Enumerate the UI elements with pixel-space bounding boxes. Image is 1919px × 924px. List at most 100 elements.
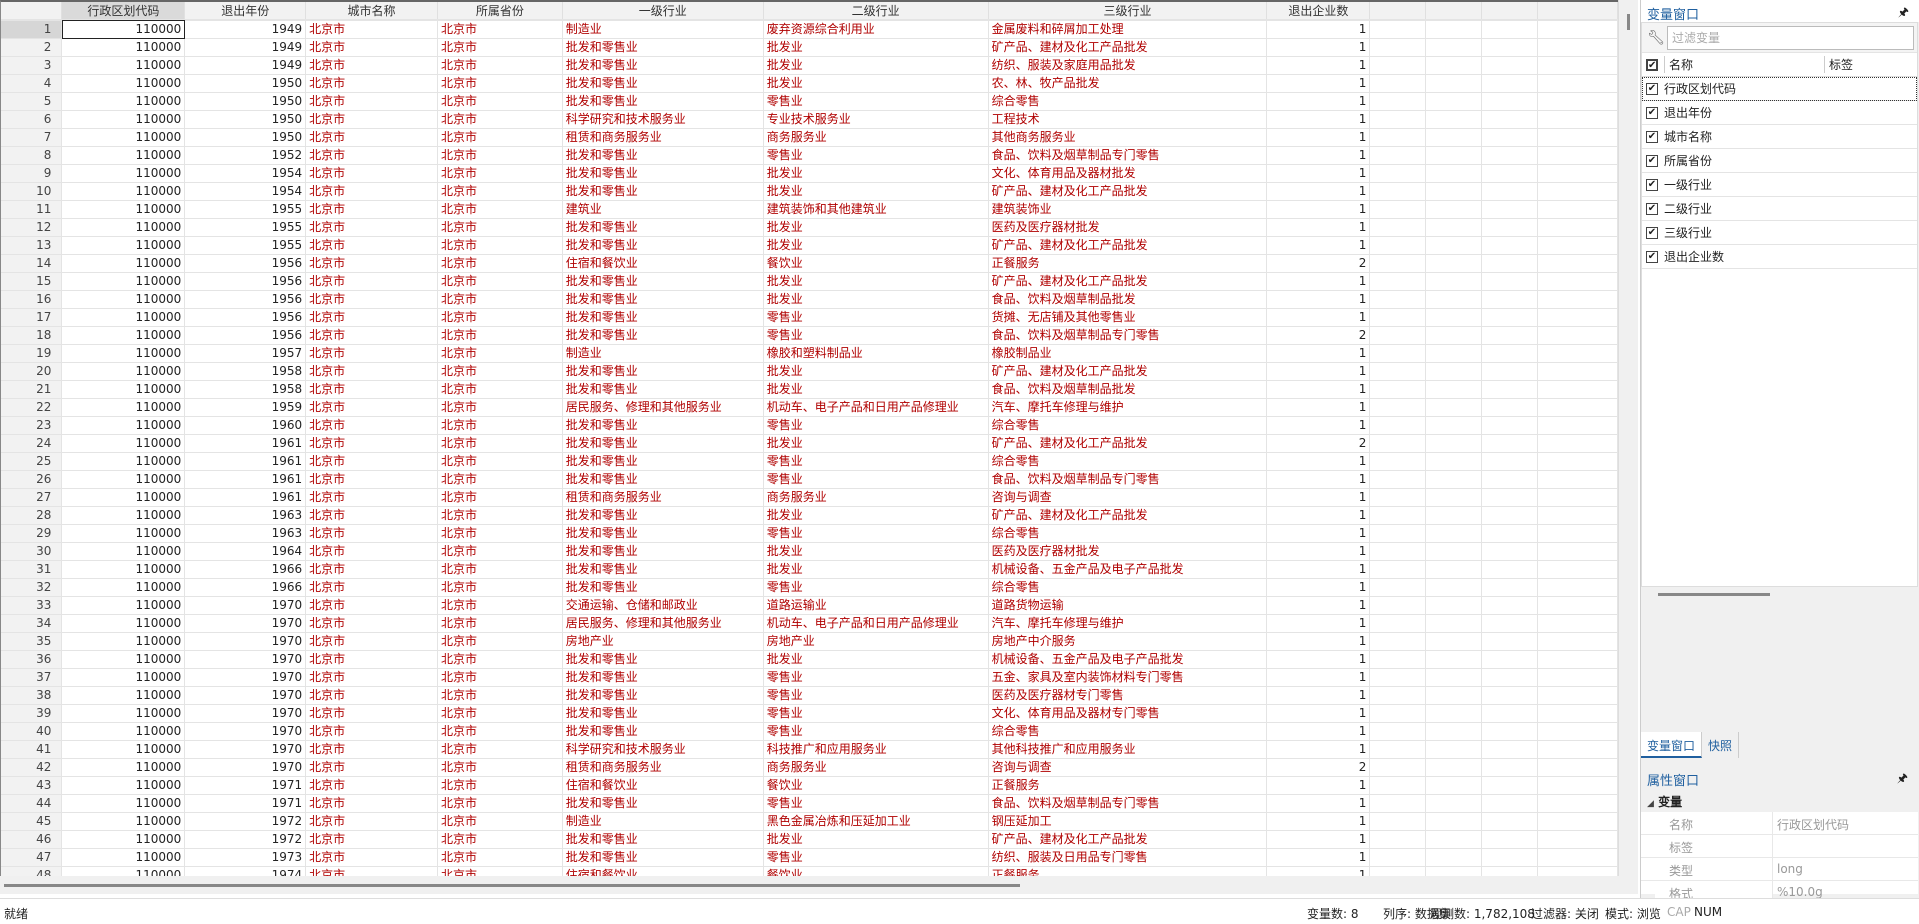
- data-cell[interactable]: 房地产业: [562, 632, 764, 651]
- data-cell[interactable]: 批发和零售业: [562, 380, 764, 399]
- data-cell[interactable]: 批发和零售业: [562, 164, 764, 183]
- empty-cell[interactable]: [1425, 794, 1483, 813]
- empty-cell[interactable]: [1369, 146, 1427, 165]
- empty-cell[interactable]: [1537, 56, 1618, 75]
- data-cell[interactable]: 北京市: [437, 542, 563, 561]
- data-cell[interactable]: 1: [1266, 452, 1371, 471]
- empty-cell[interactable]: [1425, 344, 1483, 363]
- empty-cell[interactable]: [1369, 560, 1427, 579]
- data-cell[interactable]: 北京市: [305, 650, 438, 669]
- row-number[interactable]: 44: [1, 794, 63, 813]
- empty-cell[interactable]: [1425, 740, 1483, 759]
- empty-cell[interactable]: [1425, 704, 1483, 723]
- data-cell[interactable]: 2: [1266, 254, 1371, 273]
- empty-cell[interactable]: [1481, 668, 1539, 687]
- table-row[interactable]: 45 110000 1972 北京市 北京市 制造业 黑色金属冶炼和压延加工业 钢压延加工 1: [1, 812, 1618, 831]
- data-cell[interactable]: 1970: [184, 704, 307, 723]
- data-cell[interactable]: 1: [1266, 344, 1371, 363]
- property-row[interactable]: 类型 long: [1641, 858, 1918, 881]
- data-cell[interactable]: 制造业: [562, 20, 764, 39]
- empty-cell[interactable]: [1481, 452, 1539, 471]
- data-cell[interactable]: 110000: [61, 632, 186, 651]
- data-cell[interactable]: 北京市: [305, 74, 438, 93]
- data-cell[interactable]: 1: [1266, 794, 1371, 813]
- data-cell[interactable]: 110000: [61, 326, 186, 345]
- data-cell[interactable]: 北京市: [305, 668, 438, 687]
- empty-cell[interactable]: [1537, 164, 1618, 183]
- empty-cell[interactable]: [1369, 434, 1427, 453]
- data-cell[interactable]: 1950: [184, 128, 307, 147]
- table-row[interactable]: 47 110000 1973 北京市 北京市 批发和零售业 零售业 纺织、服装及日用品专门零售…: [1, 848, 1618, 867]
- data-cell[interactable]: 住宿和餐饮业: [562, 254, 764, 273]
- table-row[interactable]: 30 110000 1964 北京市 北京市 批发和零售业 批发业 医药及医疗器材批发 1: [1, 542, 1618, 561]
- empty-cell[interactable]: [1425, 182, 1483, 201]
- data-cell[interactable]: 110000: [61, 398, 186, 417]
- scroll-thumb[interactable]: [1627, 14, 1630, 30]
- data-cell[interactable]: 纺织、服装及日用品专门零售: [988, 848, 1268, 867]
- data-cell[interactable]: 1955: [184, 200, 307, 219]
- data-cell[interactable]: 北京市: [305, 452, 438, 471]
- empty-cell[interactable]: [1481, 398, 1539, 417]
- row-number[interactable]: 10: [1, 182, 63, 201]
- row-number[interactable]: 11: [1, 200, 63, 219]
- empty-cell[interactable]: [1425, 92, 1483, 111]
- data-cell[interactable]: 批发和零售业: [562, 326, 764, 345]
- data-cell[interactable]: 110000: [61, 236, 186, 255]
- data-cell[interactable]: 批发业: [763, 38, 989, 57]
- data-cell[interactable]: 批发和零售业: [562, 542, 764, 561]
- row-number[interactable]: 4: [1, 74, 63, 93]
- empty-cell[interactable]: [1481, 20, 1539, 39]
- data-cell[interactable]: 1971: [184, 776, 307, 795]
- data-cell[interactable]: 零售业: [763, 668, 989, 687]
- data-cell[interactable]: 1: [1266, 38, 1371, 57]
- data-cell[interactable]: 1963: [184, 524, 307, 543]
- data-cell[interactable]: 1: [1266, 650, 1371, 669]
- data-cell[interactable]: 1: [1266, 416, 1371, 435]
- data-cell[interactable]: 批发业: [763, 506, 989, 525]
- data-cell[interactable]: 批发业: [763, 164, 989, 183]
- row-number[interactable]: 1: [1, 20, 63, 39]
- data-cell[interactable]: 1973: [184, 848, 307, 867]
- empty-cell[interactable]: [1537, 848, 1618, 867]
- data-cell[interactable]: 北京市: [305, 434, 438, 453]
- empty-cell[interactable]: [1537, 380, 1618, 399]
- data-cell[interactable]: 110000: [61, 524, 186, 543]
- data-cell[interactable]: 北京市: [437, 164, 563, 183]
- table-row[interactable]: 26 110000 1961 北京市 北京市 批发和零售业 零售业 食品、饮料及烟草制品专门零…: [1, 470, 1618, 489]
- data-cell[interactable]: 1: [1266, 632, 1371, 651]
- data-cell[interactable]: 1961: [184, 470, 307, 489]
- data-cell[interactable]: 1: [1266, 128, 1371, 147]
- empty-cell[interactable]: [1481, 650, 1539, 669]
- table-row[interactable]: 38 110000 1970 北京市 北京市 批发和零售业 零售业 医药及医疗器材专门零售 1: [1, 686, 1618, 705]
- empty-cell[interactable]: [1537, 182, 1618, 201]
- empty-cell[interactable]: [1425, 686, 1483, 705]
- row-number[interactable]: 31: [1, 560, 63, 579]
- row-number[interactable]: 12: [1, 218, 63, 237]
- data-cell[interactable]: 110000: [61, 380, 186, 399]
- data-cell[interactable]: 批发和零售业: [562, 290, 764, 309]
- empty-cell[interactable]: [1369, 488, 1427, 507]
- data-cell[interactable]: 钢压延加工: [988, 812, 1268, 831]
- data-cell[interactable]: 北京市: [305, 308, 438, 327]
- data-cell[interactable]: 北京市: [305, 686, 438, 705]
- data-cell[interactable]: 1956: [184, 254, 307, 273]
- data-cell[interactable]: 1955: [184, 236, 307, 255]
- empty-cell[interactable]: [1369, 398, 1427, 417]
- table-row[interactable]: 29 110000 1963 北京市 北京市 批发和零售业 零售业 综合零售 1: [1, 524, 1618, 543]
- data-cell[interactable]: 零售业: [763, 794, 989, 813]
- data-cell[interactable]: 综合零售: [988, 524, 1268, 543]
- data-cell[interactable]: 科学研究和技术服务业: [562, 740, 764, 759]
- row-number[interactable]: 6: [1, 110, 63, 129]
- data-cell[interactable]: 1: [1266, 740, 1371, 759]
- data-cell[interactable]: 1: [1266, 92, 1371, 111]
- data-cell[interactable]: 110000: [61, 434, 186, 453]
- data-cell[interactable]: 110000: [61, 200, 186, 219]
- data-cell[interactable]: 110000: [61, 686, 186, 705]
- data-cell[interactable]: 1970: [184, 632, 307, 651]
- data-cell[interactable]: 110000: [61, 74, 186, 93]
- data-cell[interactable]: 1970: [184, 740, 307, 759]
- empty-cell[interactable]: [1481, 794, 1539, 813]
- data-cell[interactable]: 批发和零售业: [562, 722, 764, 741]
- row-number[interactable]: 35: [1, 632, 63, 651]
- data-cell[interactable]: 1: [1266, 380, 1371, 399]
